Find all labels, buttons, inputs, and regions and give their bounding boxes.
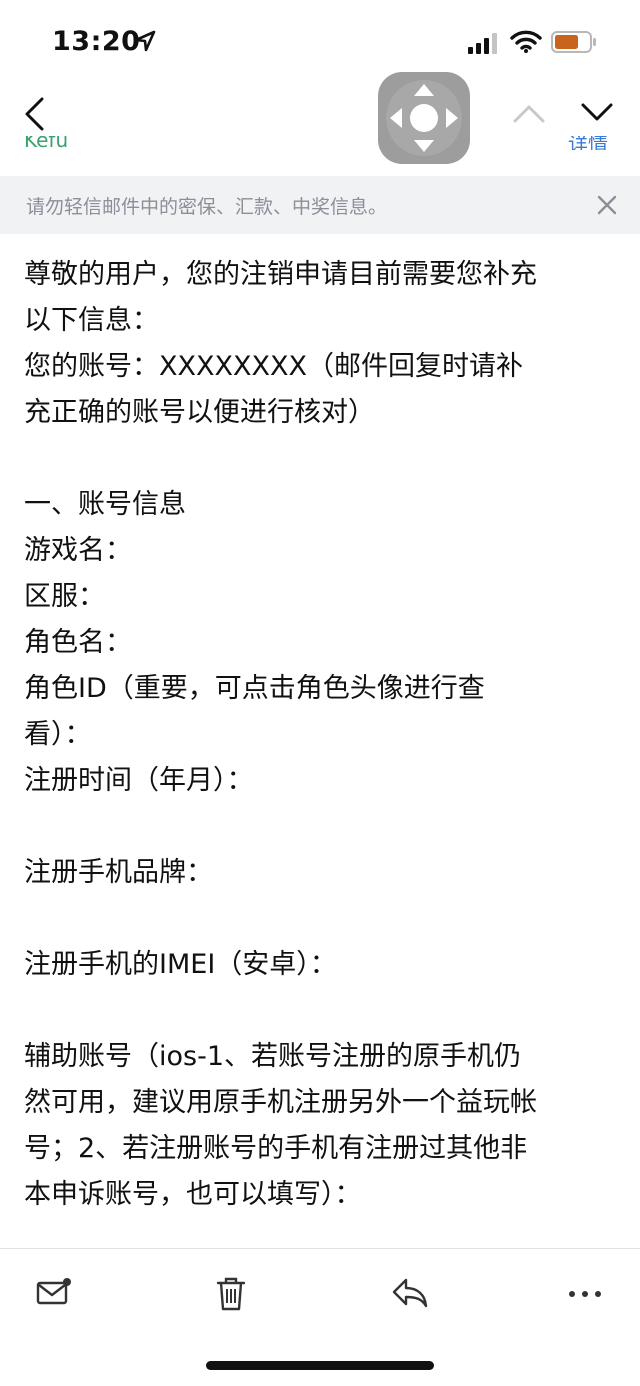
body-line: 角色ID（重要，可点击角色头像进行查 (24, 673, 485, 704)
mail-unread-icon[interactable] (36, 1277, 72, 1307)
body-line: 号；2、若注册账号的手机有注册过其他非 (24, 1133, 528, 1164)
status-bar: 13:20 (0, 0, 640, 80)
security-notice-text: 请勿轻信邮件中的密保、汇款、中奖信息。 (26, 196, 388, 218)
trash-icon[interactable] (216, 1277, 246, 1311)
chevron-up-icon[interactable] (512, 102, 546, 124)
more-icon[interactable] (568, 1289, 602, 1299)
wifi-icon (510, 30, 542, 53)
body-line: 充正确的账号以便进行核对） (24, 397, 375, 428)
body-line: 一、账号信息 (24, 489, 186, 520)
close-icon[interactable] (596, 194, 618, 216)
status-time: 13:20 (52, 26, 141, 57)
details-link[interactable]: 详情 (568, 136, 608, 150)
body-line: 辅助账号（ios-1、若账号注册的原手机仍 (24, 1041, 522, 1072)
body-line: 注册手机的IMEI（安卓）： (24, 949, 337, 980)
location-arrow-icon (134, 30, 156, 52)
email-body: 尊敬的用户，您的注销申请目前需要您补充 以下信息： 您的账号：XXXXXXXX（邮件… (24, 252, 624, 1218)
body-line: 您的账号：XXXXXXXX（邮件回复时请补 (24, 351, 523, 382)
body-line: 角色名： (24, 627, 132, 658)
body-line: 看）： (24, 719, 92, 750)
body-line: 注册时间（年月）： (24, 765, 254, 796)
body-line: 尊敬的用户，您的注销申请目前需要您补充 (24, 259, 537, 290)
security-notice: 请勿轻信邮件中的密保、汇款、中奖信息。 (0, 176, 640, 234)
chevron-down-icon[interactable] (580, 102, 614, 124)
battery-icon (551, 31, 596, 53)
cellular-signal-icon (468, 33, 497, 54)
assistive-touch-icon[interactable] (378, 72, 470, 164)
chevron-left-icon[interactable] (22, 96, 48, 132)
reply-icon[interactable] (392, 1277, 428, 1309)
body-line: 游戏名： (24, 535, 132, 566)
body-line: 注册手机品牌： (24, 857, 213, 888)
body-line: 区服： (24, 581, 105, 612)
body-line: 以下信息： (24, 305, 159, 336)
sender-name[interactable]: Kefu (24, 136, 68, 150)
body-line: 然可用，建议用原手机注册另外一个益玩帐 (24, 1087, 537, 1118)
body-line: 本申诉账号，也可以填写）： (24, 1179, 362, 1210)
sender-row-peek: Kefu 详情 (0, 136, 640, 150)
home-indicator (206, 1361, 434, 1370)
